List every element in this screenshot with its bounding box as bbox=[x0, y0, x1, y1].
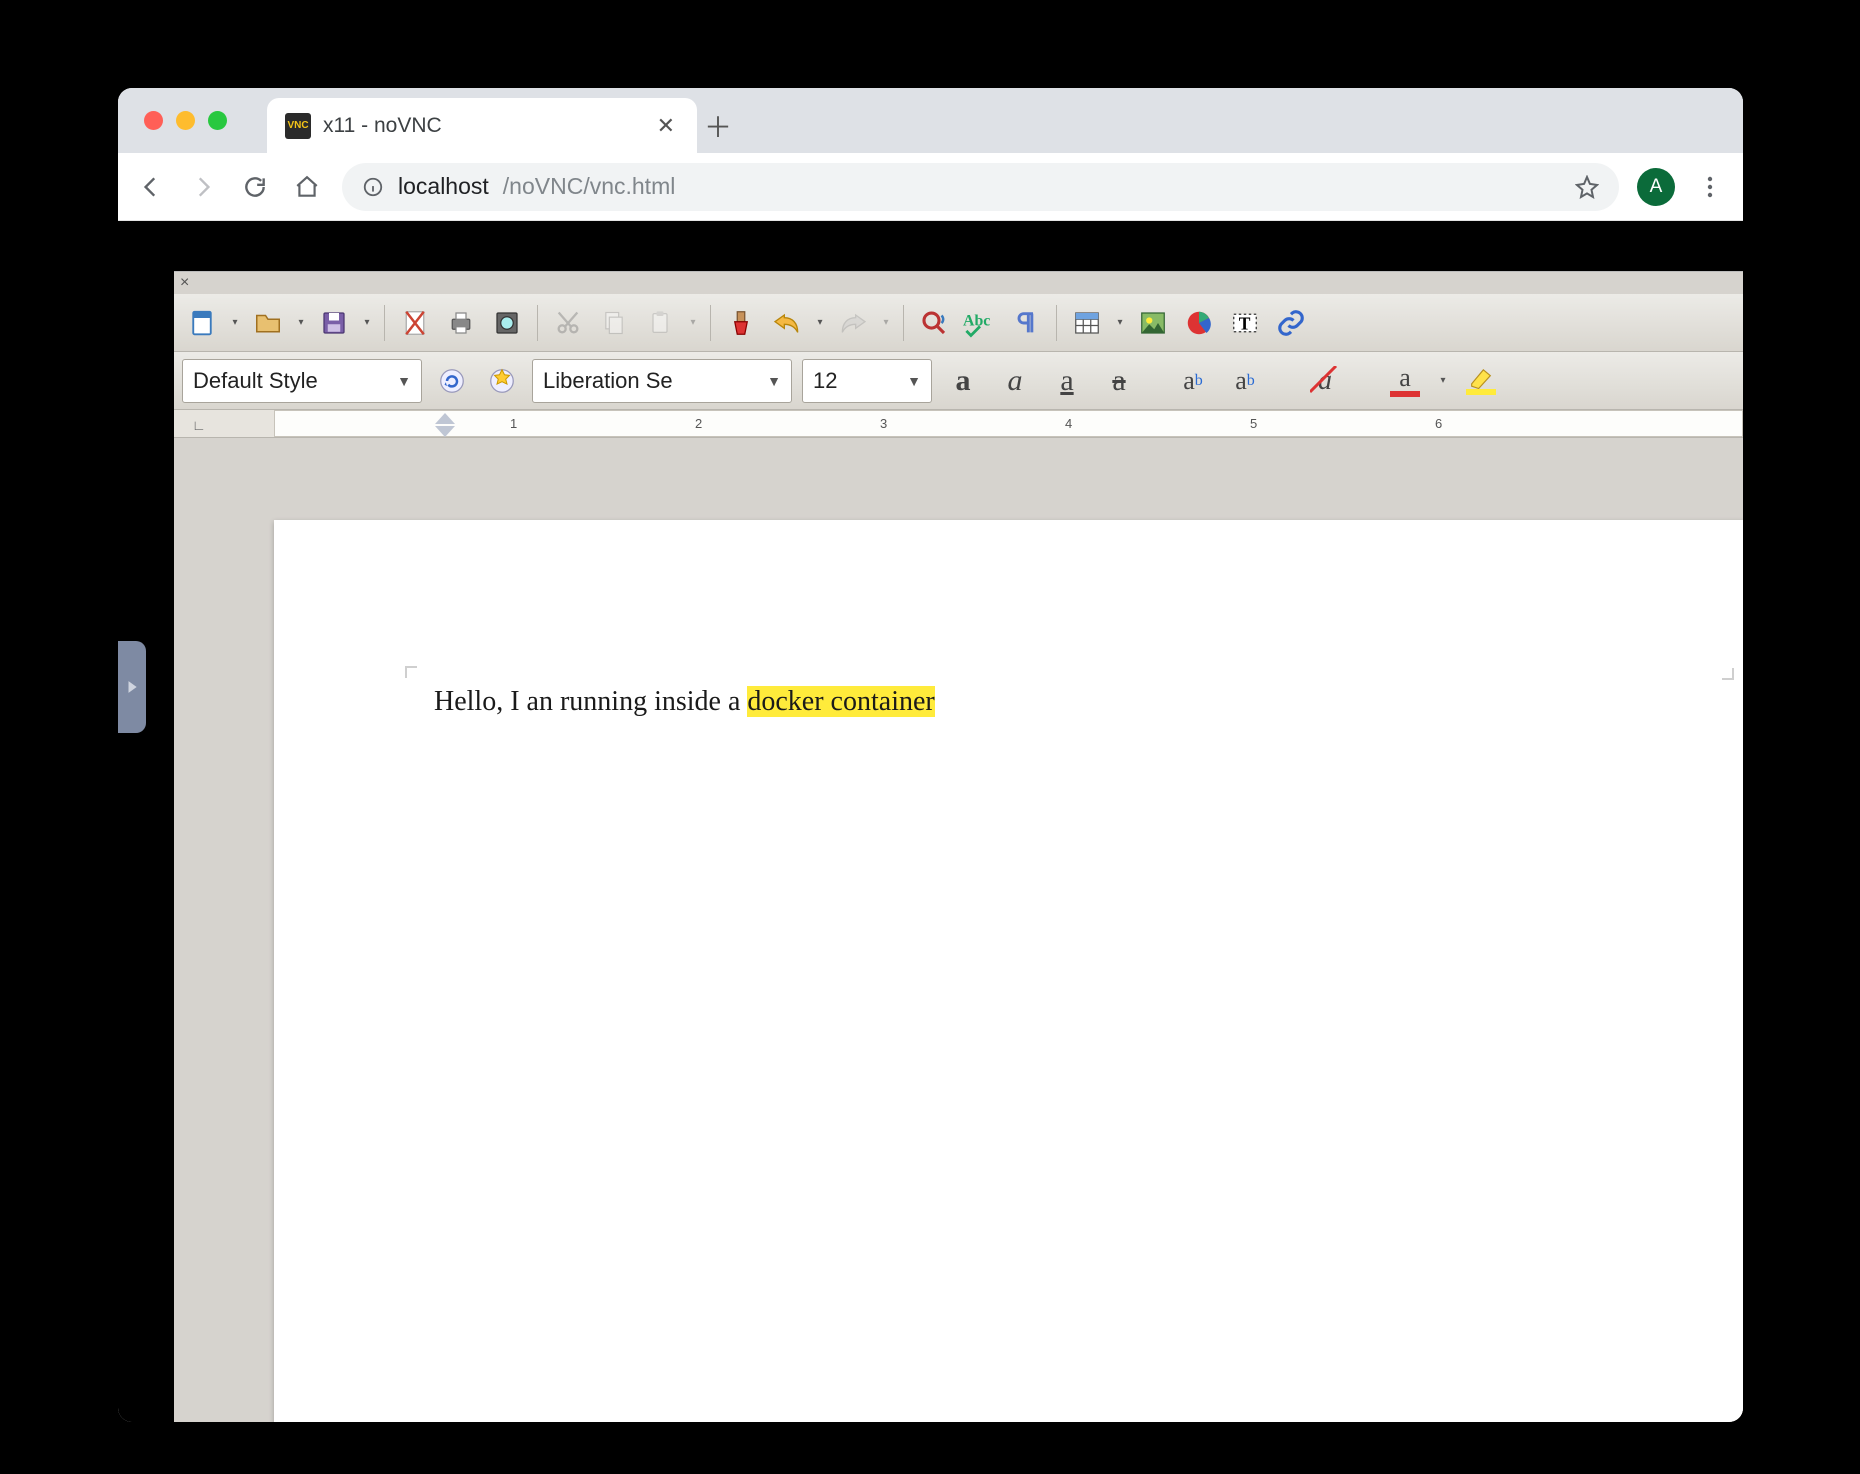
first-line-indent-marker[interactable] bbox=[435, 413, 455, 424]
ruler-mark: 6 bbox=[1435, 416, 1442, 431]
update-style-button[interactable] bbox=[432, 361, 472, 401]
cut-button[interactable] bbox=[548, 303, 588, 343]
export-pdf-button[interactable] bbox=[395, 303, 435, 343]
font-color-button[interactable]: a bbox=[1384, 360, 1426, 402]
new-document-button[interactable] bbox=[182, 303, 222, 343]
redo-button[interactable] bbox=[833, 303, 873, 343]
close-window-button[interactable] bbox=[144, 111, 163, 130]
bold-button[interactable]: a bbox=[942, 360, 984, 402]
window-controls bbox=[130, 88, 237, 153]
document-canvas[interactable]: Hello, I an running inside a docker cont… bbox=[174, 440, 1743, 1422]
italic-button[interactable]: a bbox=[994, 360, 1036, 402]
site-info-icon[interactable] bbox=[362, 176, 384, 198]
underline-button[interactable]: a bbox=[1046, 360, 1088, 402]
inner-titlebar: × bbox=[174, 272, 1743, 294]
insert-hyperlink-button[interactable] bbox=[1271, 303, 1311, 343]
paragraph-style-select[interactable]: Default Style ▼ bbox=[182, 359, 422, 403]
new-style-button[interactable] bbox=[482, 361, 522, 401]
find-replace-button[interactable] bbox=[914, 303, 954, 343]
ruler-mark: 1 bbox=[510, 416, 517, 431]
url-path: /noVNC/vnc.html bbox=[503, 173, 676, 200]
standard-toolbar: ▾ ▾ ▾ bbox=[174, 294, 1743, 352]
horizontal-ruler[interactable]: ∟ 1 2 3 4 5 6 bbox=[174, 410, 1743, 438]
paste-button[interactable] bbox=[640, 303, 680, 343]
text-run-highlighted: docker container bbox=[747, 686, 934, 717]
chevron-down-icon: ▼ bbox=[397, 373, 411, 389]
chevron-down-icon: ▼ bbox=[907, 373, 921, 389]
browser-tab[interactable]: VNC x11 - noVNC ✕ bbox=[267, 98, 697, 153]
print-button[interactable] bbox=[441, 303, 481, 343]
back-button[interactable] bbox=[134, 170, 168, 204]
svg-text:T: T bbox=[1239, 313, 1251, 333]
font-color-dropdown[interactable]: ▾ bbox=[1436, 375, 1450, 386]
subscript-button[interactable]: ab bbox=[1224, 360, 1266, 402]
font-name-value: Liberation Se bbox=[543, 368, 673, 394]
profile-avatar[interactable]: A bbox=[1637, 168, 1675, 206]
strikethrough-button[interactable]: a bbox=[1098, 360, 1140, 402]
tab-close-button[interactable]: ✕ bbox=[653, 113, 679, 139]
paste-dropdown[interactable]: ▾ bbox=[686, 317, 700, 328]
minimize-window-button[interactable] bbox=[176, 111, 195, 130]
bookmark-star-icon[interactable] bbox=[1575, 175, 1599, 199]
ruler-mark: 4 bbox=[1065, 416, 1072, 431]
highlight-button[interactable] bbox=[1460, 360, 1502, 402]
open-button[interactable] bbox=[248, 303, 288, 343]
tab-strip: VNC x11 - noVNC ✕ ＋ bbox=[118, 88, 1743, 153]
new-document-dropdown[interactable]: ▾ bbox=[228, 317, 242, 328]
ruler-corner: ∟ bbox=[192, 417, 206, 433]
ruler-mark: 3 bbox=[880, 416, 887, 431]
maximize-window-button[interactable] bbox=[208, 111, 227, 130]
ruler-mark: 2 bbox=[695, 416, 702, 431]
inner-close-button[interactable]: × bbox=[180, 274, 189, 292]
ruler-mark: 5 bbox=[1250, 416, 1257, 431]
url-host: localhost bbox=[398, 173, 489, 200]
tab-favicon: VNC bbox=[285, 113, 311, 139]
copy-button[interactable] bbox=[594, 303, 634, 343]
ruler-scale: 1 2 3 4 5 6 bbox=[274, 410, 1743, 437]
vnc-viewport: × ▾ ▾ ▾ bbox=[118, 221, 1743, 1422]
insert-chart-button[interactable] bbox=[1179, 303, 1219, 343]
font-size-select[interactable]: 12 ▼ bbox=[802, 359, 932, 403]
redo-dropdown[interactable]: ▾ bbox=[879, 317, 893, 328]
clear-formatting-button[interactable]: a bbox=[1304, 360, 1346, 402]
insert-table-button[interactable] bbox=[1067, 303, 1107, 343]
undo-dropdown[interactable]: ▾ bbox=[813, 317, 827, 328]
open-dropdown[interactable]: ▾ bbox=[294, 317, 308, 328]
margin-corner-icon bbox=[1722, 668, 1734, 680]
forward-button[interactable] bbox=[186, 170, 220, 204]
margin-corner-icon bbox=[405, 666, 417, 678]
text-run-plain: Hello, I an running inside a bbox=[434, 686, 747, 717]
formatting-marks-button[interactable] bbox=[1006, 303, 1046, 343]
document-page[interactable]: Hello, I an running inside a docker cont… bbox=[274, 520, 1743, 1422]
table-dropdown[interactable]: ▾ bbox=[1113, 317, 1127, 328]
save-dropdown[interactable]: ▾ bbox=[360, 317, 374, 328]
superscript-button[interactable]: ab bbox=[1172, 360, 1214, 402]
undo-button[interactable] bbox=[767, 303, 807, 343]
formatting-toolbar: Default Style ▼ Liberation Se ▼ 12 ▼ a bbox=[174, 352, 1743, 410]
save-button[interactable] bbox=[314, 303, 354, 343]
novnc-panel-handle[interactable] bbox=[118, 641, 146, 733]
url-input[interactable]: localhost/noVNC/vnc.html bbox=[342, 163, 1619, 211]
writer-window: × ▾ ▾ ▾ bbox=[174, 271, 1743, 1422]
reload-button[interactable] bbox=[238, 170, 272, 204]
svg-text:Abc: Abc bbox=[963, 312, 990, 329]
spellcheck-button[interactable]: Abc bbox=[960, 303, 1000, 343]
address-bar: localhost/noVNC/vnc.html A bbox=[118, 153, 1743, 221]
home-button[interactable] bbox=[290, 170, 324, 204]
document-text[interactable]: Hello, I an running inside a docker cont… bbox=[434, 686, 935, 718]
browser-menu-button[interactable] bbox=[1693, 170, 1727, 204]
clone-formatting-button[interactable] bbox=[721, 303, 761, 343]
insert-image-button[interactable] bbox=[1133, 303, 1173, 343]
insert-text-box-button[interactable]: T bbox=[1225, 303, 1265, 343]
chevron-down-icon: ▼ bbox=[767, 373, 781, 389]
browser-window: VNC x11 - noVNC ✕ ＋ localhost/noVNC/vnc.… bbox=[118, 88, 1743, 1422]
font-name-select[interactable]: Liberation Se ▼ bbox=[532, 359, 792, 403]
left-indent-marker[interactable] bbox=[435, 426, 455, 437]
tab-title: x11 - noVNC bbox=[323, 114, 641, 138]
font-size-value: 12 bbox=[813, 368, 837, 394]
paragraph-style-value: Default Style bbox=[193, 368, 318, 394]
new-tab-button[interactable]: ＋ bbox=[697, 98, 739, 153]
print-preview-button[interactable] bbox=[487, 303, 527, 343]
